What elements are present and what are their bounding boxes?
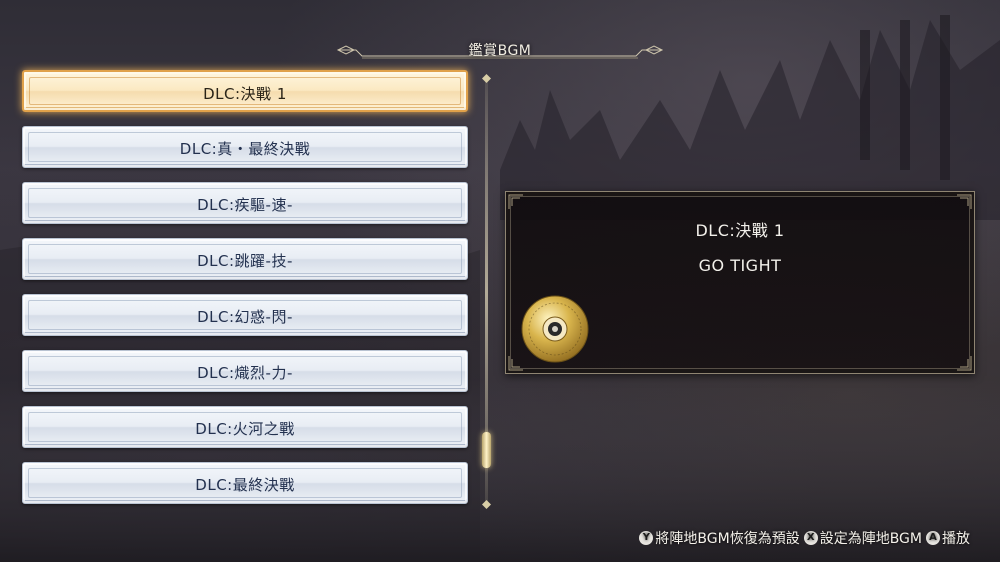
bgm-item-4[interactable]: DLC:幻惑-閃- [22,294,468,336]
bgm-item-label: DLC:真・最終決戰 [179,140,311,158]
page-title: 鑑賞BGM [468,43,532,59]
x-button-icon: X [803,531,818,545]
bgm-item-label: DLC:幻惑-閃- [197,308,293,326]
bgm-item-0[interactable]: DLC:決戰 1 [22,70,468,112]
screen-header: 鑑賞BGM [336,38,664,62]
bgm-item-5[interactable]: DLC:熾烈-力- [22,350,468,392]
bgm-item-label: DLC:熾烈-力- [197,364,293,382]
bgm-item-3[interactable]: DLC:跳躍-技- [22,238,468,280]
bgm-item-6[interactable]: DLC:火河之戰 [22,406,468,448]
corner-ornament-icon [957,194,972,209]
bgm-item-7[interactable]: DLC:最終決戰 [22,462,468,504]
a-button-icon: A [926,531,940,545]
corner-ornament-icon [957,356,972,371]
scrollbar-thumb[interactable] [482,432,491,468]
corner-ornament-icon [508,194,523,209]
y-button-icon: Y [639,531,654,545]
bgm-item-2[interactable]: DLC:疾驅-速- [22,182,468,224]
button-hints: Y 將陣地BGM恢復為預設 X 設定為陣地BGM A 播放 [635,528,970,548]
bgm-info-panel: DLC:決戰 1 GO TIGHT [505,191,975,374]
bgm-item-label: DLC:最終決戰 [195,476,295,494]
bgm-item-label: DLC:跳躍-技- [197,252,293,270]
play-action[interactable]: 播放 [942,528,970,548]
scroll-cap-top-icon [482,74,491,83]
bgm-item-label: DLC:決戰 1 [203,85,287,103]
reset-bgm-action[interactable]: 將陣地BGM恢復為預設 [655,528,799,548]
disc-icon [521,295,589,363]
bgm-item-label: DLC:火河之戰 [195,420,295,438]
bgm-item-1[interactable]: DLC:真・最終決戰 [22,126,468,168]
track-title: DLC:決戰 1 [695,221,785,240]
track-artist: GO TIGHT [698,256,782,275]
scroll-cap-bottom-icon [482,500,491,509]
set-bgm-action[interactable]: 設定為陣地BGM [820,528,922,548]
bgm-item-label: DLC:疾驅-速- [197,196,293,214]
